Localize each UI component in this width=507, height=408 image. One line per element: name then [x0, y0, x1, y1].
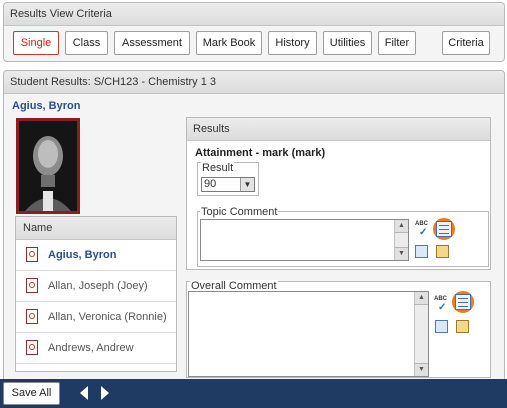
list-item[interactable]: Agius, Byron [16, 240, 176, 271]
paste-icon[interactable] [456, 320, 469, 333]
tab-mark-book[interactable]: Mark Book [196, 31, 262, 55]
list-item[interactable]: Allan, Joseph (Joey) [16, 271, 176, 302]
attainment-label: Attainment - mark (mark) [195, 147, 326, 159]
scroll-down-icon[interactable]: ▼ [415, 363, 428, 376]
copy-icon[interactable] [435, 320, 448, 333]
student-list-name: Andrews, Andrew [48, 342, 134, 354]
student-list-name: Allan, Joseph (Joey) [48, 280, 148, 292]
comment-bank-icon[interactable] [436, 221, 452, 237]
paste-icon[interactable] [436, 245, 449, 258]
next-arrow-icon[interactable] [101, 386, 109, 400]
results-box-title: Results [187, 118, 490, 141]
tab-filter[interactable]: Filter [378, 31, 416, 55]
student-list: Name Agius, Byron Allan, Joseph (Joey) A… [15, 216, 177, 372]
criteria-button[interactable]: Criteria [442, 31, 490, 55]
copy-icon[interactable] [415, 245, 428, 258]
tab-assessment[interactable]: Assessment [114, 31, 190, 55]
pdf-report-icon[interactable] [26, 309, 38, 324]
topic-comment-textarea[interactable]: ▲ ▼ [200, 219, 409, 261]
result-select[interactable]: 90 ▼ [201, 177, 255, 192]
student-photo [16, 118, 80, 214]
tab-single[interactable]: Single [13, 31, 59, 55]
scroll-down-icon[interactable]: ▼ [395, 247, 408, 260]
footer-bar [0, 379, 507, 408]
student-list-name: Allan, Veronica (Ronnie) [48, 311, 167, 323]
topic-comment-label: Topic Comment [200, 206, 279, 218]
scroll-up-icon[interactable]: ▲ [395, 220, 408, 233]
student-results-title: Student Results: S/CH123 - Chemistry 1 3 [4, 71, 504, 94]
previous-arrow-icon[interactable] [80, 386, 88, 400]
scroll-up-icon[interactable]: ▲ [415, 292, 428, 305]
result-label: Result [201, 162, 235, 174]
save-all-button[interactable]: Save All [3, 382, 60, 405]
student-name-heading: Agius, Byron [12, 100, 81, 112]
spellcheck-icon[interactable]: ABC ✓ [415, 221, 431, 238]
list-item[interactable]: Allan, Veronica (Ronnie) [16, 302, 176, 333]
pdf-report-icon[interactable] [26, 247, 38, 262]
list-header-name: Name [16, 217, 176, 240]
spellcheck-icon[interactable]: ABC ✓ [434, 296, 450, 313]
pdf-report-icon[interactable] [26, 340, 38, 355]
tab-history[interactable]: History [268, 31, 317, 55]
comment-bank-icon[interactable] [455, 294, 471, 310]
chevron-down-icon[interactable]: ▼ [240, 178, 254, 191]
list-item[interactable]: Andrews, Andrew [16, 333, 176, 364]
tab-class[interactable]: Class [65, 31, 108, 55]
topic-comment-scrollbar[interactable]: ▲ ▼ [394, 220, 408, 260]
result-select-value: 90 [204, 178, 217, 190]
overall-comment-textarea[interactable]: ▲ ▼ [188, 291, 429, 377]
student-list-name: Agius, Byron [48, 249, 117, 261]
overall-comment-scrollbar[interactable]: ▲ ▼ [414, 292, 428, 376]
pdf-report-icon[interactable] [26, 278, 38, 293]
tab-utilities[interactable]: Utilities [323, 31, 372, 55]
criteria-panel-title: Results View Criteria [4, 3, 504, 26]
